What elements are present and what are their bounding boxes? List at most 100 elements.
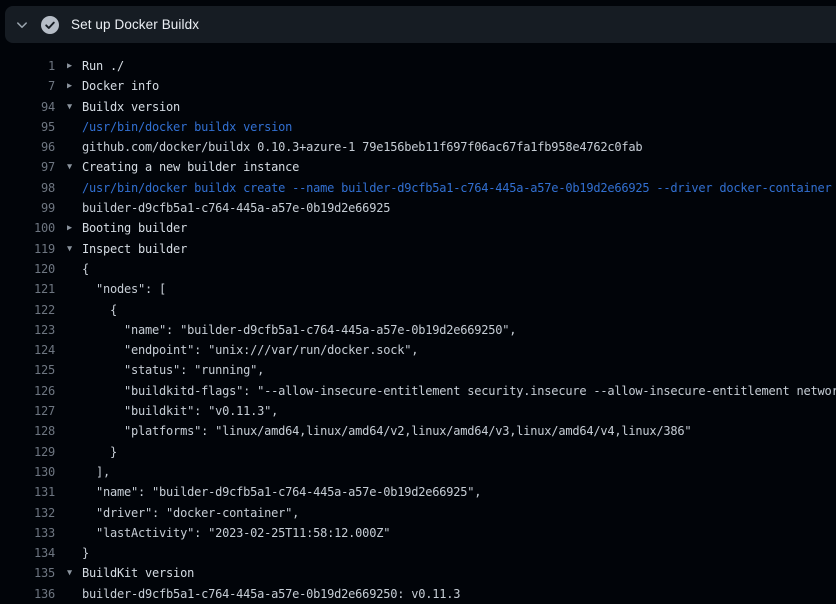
line-number[interactable]: 97 bbox=[0, 157, 55, 177]
line-number[interactable]: 96 bbox=[0, 137, 55, 157]
log-line: 131 "name": "builder-d9cfb5a1-c764-445a-… bbox=[0, 482, 836, 502]
line-number[interactable]: 127 bbox=[0, 401, 55, 421]
group-collapsed-icon[interactable]: ▶ bbox=[55, 76, 82, 96]
line-number[interactable]: 123 bbox=[0, 320, 55, 340]
line-number[interactable]: 124 bbox=[0, 340, 55, 360]
line-number[interactable]: 132 bbox=[0, 503, 55, 523]
line-number[interactable]: 131 bbox=[0, 482, 55, 502]
line-number[interactable]: 122 bbox=[0, 300, 55, 320]
line-text: /usr/bin/docker buildx version bbox=[82, 117, 292, 137]
log-group-line[interactable]: 94▼Buildx version bbox=[0, 97, 836, 117]
line-number[interactable]: 136 bbox=[0, 584, 55, 604]
line-text: "nodes": [ bbox=[82, 279, 166, 299]
line-text: github.com/docker/buildx 0.10.3+azure-1 … bbox=[82, 137, 642, 157]
line-number[interactable]: 135 bbox=[0, 563, 55, 583]
arrow-spacer bbox=[55, 360, 82, 380]
line-number[interactable]: 126 bbox=[0, 381, 55, 401]
log-group-line[interactable]: 1▶Run ./ bbox=[0, 56, 836, 76]
line-text: Booting builder bbox=[82, 218, 187, 238]
log-line: 125 "status": "running", bbox=[0, 360, 836, 380]
line-text: Run ./ bbox=[82, 56, 124, 76]
line-text: { bbox=[82, 300, 117, 320]
group-expanded-icon[interactable]: ▼ bbox=[55, 563, 82, 583]
line-text: "name": "builder-d9cfb5a1-c764-445a-a57e… bbox=[82, 320, 516, 340]
log-group-line[interactable]: 7▶Docker info bbox=[0, 76, 836, 96]
log-line: 126 "buildkitd-flags": "--allow-insecure… bbox=[0, 381, 836, 401]
arrow-spacer bbox=[55, 584, 82, 604]
group-expanded-icon[interactable]: ▼ bbox=[55, 239, 82, 259]
arrow-spacer bbox=[55, 320, 82, 340]
log-line: 129 } bbox=[0, 442, 836, 462]
arrow-spacer bbox=[55, 340, 82, 360]
line-text: } bbox=[82, 543, 89, 563]
line-number[interactable]: 125 bbox=[0, 360, 55, 380]
log-group-line[interactable]: 135▼BuildKit version bbox=[0, 563, 836, 583]
line-text: builder-d9cfb5a1-c764-445a-a57e-0b19d2e6… bbox=[82, 198, 390, 218]
line-text: "lastActivity": "2023-02-25T11:58:12.000… bbox=[82, 523, 390, 543]
group-expanded-icon[interactable]: ▼ bbox=[55, 157, 82, 177]
arrow-spacer bbox=[55, 421, 82, 441]
log-group-line[interactable]: 97▼Creating a new builder instance bbox=[0, 157, 836, 177]
line-text: "buildkit": "v0.11.3", bbox=[82, 401, 278, 421]
log-line: 124 "endpoint": "unix:///var/run/docker.… bbox=[0, 340, 836, 360]
line-number[interactable]: 134 bbox=[0, 543, 55, 563]
arrow-spacer bbox=[55, 117, 82, 137]
log-group-line[interactable]: 119▼Inspect builder bbox=[0, 239, 836, 259]
arrow-spacer bbox=[55, 482, 82, 502]
log-body: 1▶Run ./7▶Docker info94▼Buildx version95… bbox=[0, 43, 836, 604]
line-text: "platforms": "linux/amd64,linux/amd64/v2… bbox=[82, 421, 691, 441]
log-group-line[interactable]: 100▶Booting builder bbox=[0, 218, 836, 238]
log-line: 122 { bbox=[0, 300, 836, 320]
line-text: { bbox=[82, 259, 89, 279]
line-number[interactable]: 119 bbox=[0, 239, 55, 259]
line-text: BuildKit version bbox=[82, 563, 194, 583]
step-header[interactable]: Set up Docker Buildx bbox=[5, 6, 836, 43]
step-title: Set up Docker Buildx bbox=[69, 17, 199, 32]
line-number[interactable]: 120 bbox=[0, 259, 55, 279]
line-text: "endpoint": "unix:///var/run/docker.sock… bbox=[82, 340, 418, 360]
line-text: Buildx version bbox=[82, 97, 180, 117]
check-circle-icon bbox=[41, 16, 69, 34]
log-line: 130 ], bbox=[0, 462, 836, 482]
line-number[interactable]: 130 bbox=[0, 462, 55, 482]
chevron-down-icon[interactable] bbox=[15, 18, 41, 32]
line-text: Creating a new builder instance bbox=[82, 157, 299, 177]
line-number[interactable]: 1 bbox=[0, 56, 55, 76]
line-number[interactable]: 128 bbox=[0, 421, 55, 441]
line-text: "driver": "docker-container", bbox=[82, 503, 299, 523]
line-text: builder-d9cfb5a1-c764-445a-a57e-0b19d2e6… bbox=[82, 584, 460, 604]
log-line: 99 builder-d9cfb5a1-c764-445a-a57e-0b19d2… bbox=[0, 198, 836, 218]
arrow-spacer bbox=[55, 259, 82, 279]
log-line: 128 "platforms": "linux/amd64,linux/amd6… bbox=[0, 421, 836, 441]
log-line: 96 github.com/docker/buildx 0.10.3+azure-… bbox=[0, 137, 836, 157]
line-number[interactable]: 129 bbox=[0, 442, 55, 462]
arrow-spacer bbox=[55, 300, 82, 320]
log-line: 134} bbox=[0, 543, 836, 563]
line-text: } bbox=[82, 442, 117, 462]
line-number[interactable]: 98 bbox=[0, 178, 55, 198]
line-number[interactable]: 7 bbox=[0, 76, 55, 96]
group-collapsed-icon[interactable]: ▶ bbox=[55, 56, 82, 76]
log-line: 127 "buildkit": "v0.11.3", bbox=[0, 401, 836, 421]
line-text: "buildkitd-flags": "--allow-insecure-ent… bbox=[82, 381, 836, 401]
log-line: 123 "name": "builder-d9cfb5a1-c764-445a-… bbox=[0, 320, 836, 340]
line-number[interactable]: 100 bbox=[0, 218, 55, 238]
arrow-spacer bbox=[55, 401, 82, 421]
log-line: 120 { bbox=[0, 259, 836, 279]
line-number[interactable]: 95 bbox=[0, 117, 55, 137]
group-collapsed-icon[interactable]: ▶ bbox=[55, 218, 82, 238]
log-line: 98/usr/bin/docker buildx create --name b… bbox=[0, 178, 836, 198]
arrow-spacer bbox=[55, 503, 82, 523]
arrow-spacer bbox=[55, 462, 82, 482]
line-number[interactable]: 133 bbox=[0, 523, 55, 543]
line-text: ], bbox=[82, 462, 110, 482]
group-expanded-icon[interactable]: ▼ bbox=[55, 97, 82, 117]
line-text: /usr/bin/docker buildx create --name bui… bbox=[82, 178, 832, 198]
line-number[interactable]: 94 bbox=[0, 97, 55, 117]
line-text: Inspect builder bbox=[82, 239, 187, 259]
arrow-spacer bbox=[55, 198, 82, 218]
line-number[interactable]: 121 bbox=[0, 279, 55, 299]
log-line: 136 builder-d9cfb5a1-c764-445a-a57e-0b19d… bbox=[0, 584, 836, 604]
line-number[interactable]: 99 bbox=[0, 198, 55, 218]
arrow-spacer bbox=[55, 381, 82, 401]
